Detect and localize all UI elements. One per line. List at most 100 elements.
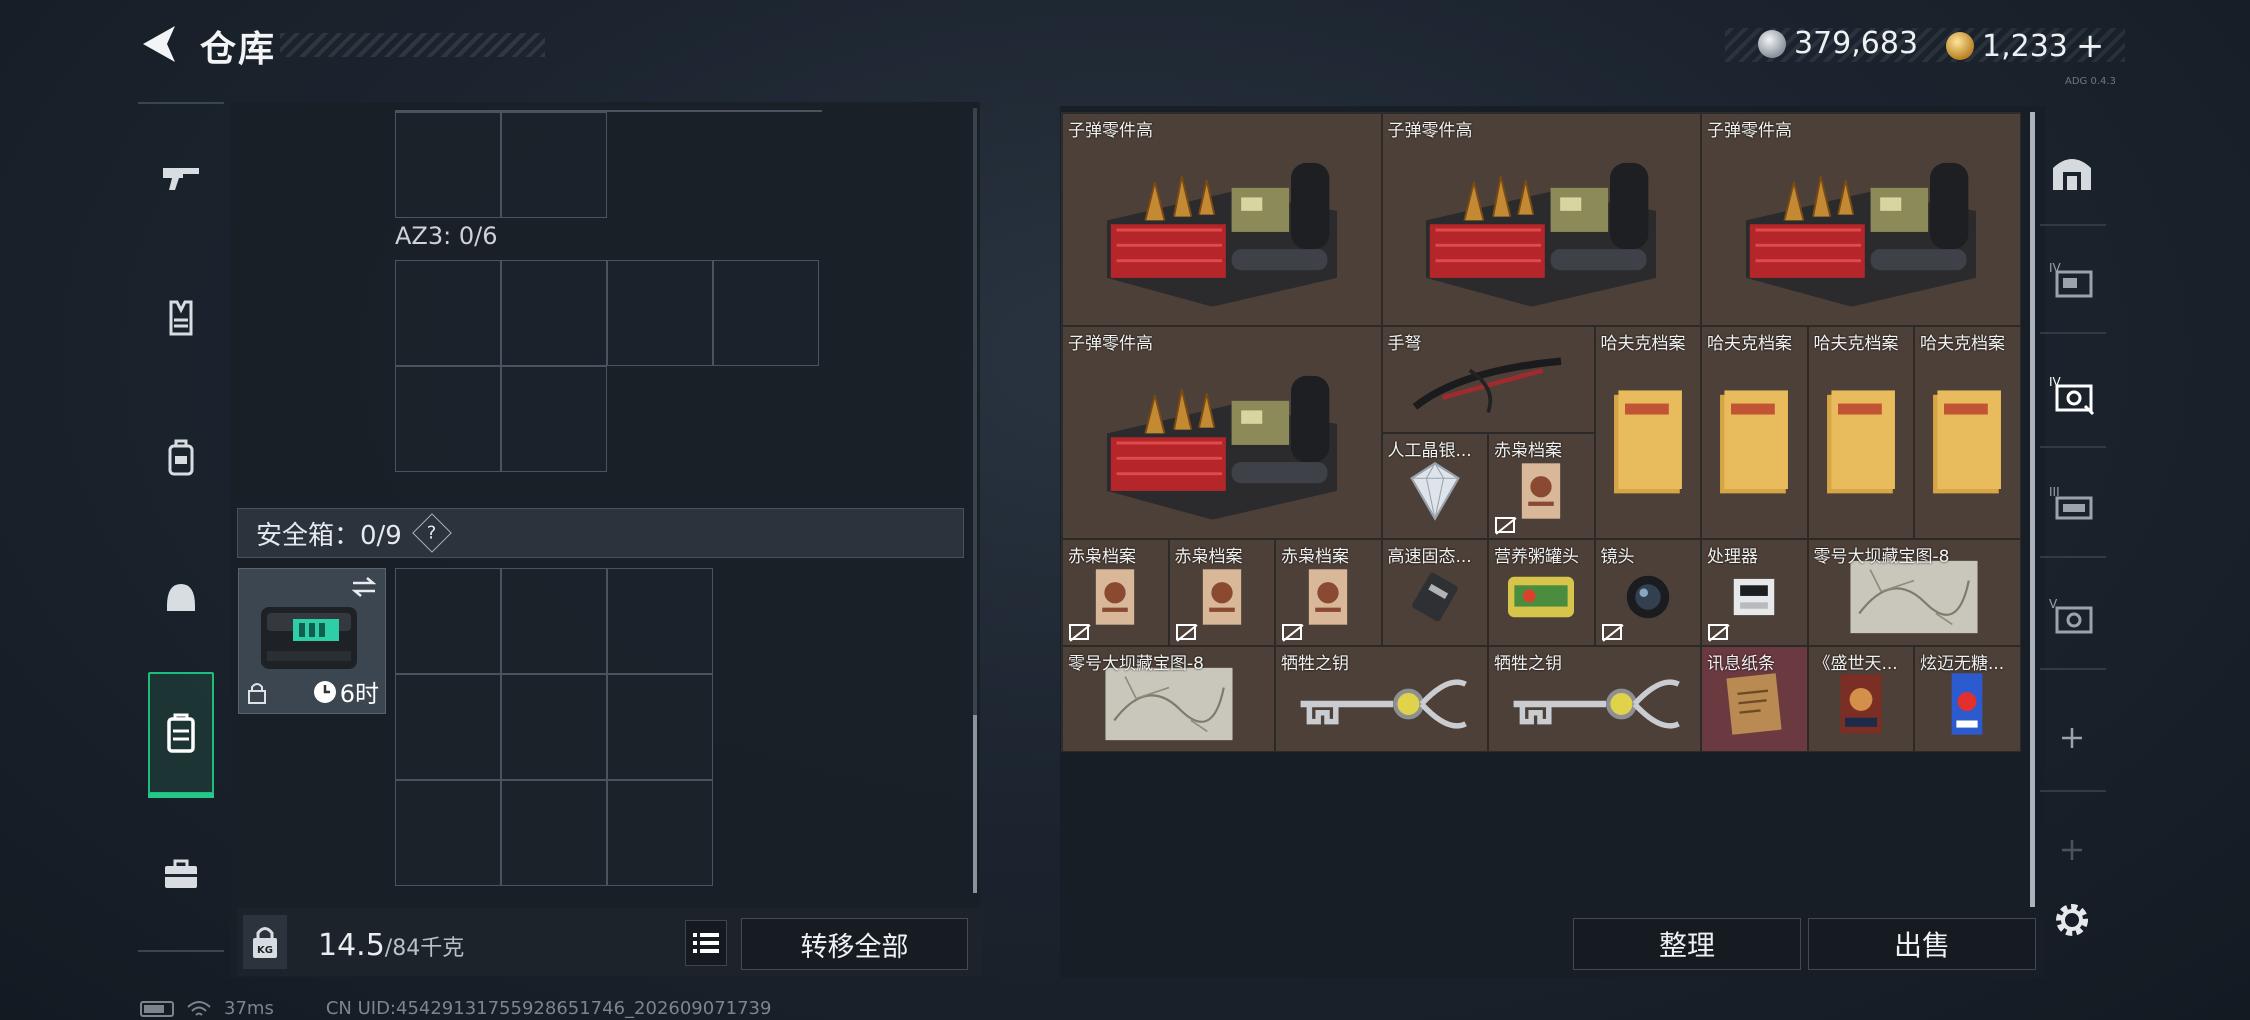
nav-backpack[interactable] (148, 672, 214, 798)
nav-armor[interactable] (148, 270, 214, 366)
lock-icon (248, 683, 266, 704)
item-label: 哈夫克档案 (1600, 334, 1686, 354)
tab-stash-5[interactable]: V (2040, 568, 2104, 664)
tab-add-2[interactable] (2040, 802, 2104, 898)
safebox-slot[interactable] (607, 780, 713, 886)
gear-icon[interactable] (2050, 898, 2094, 942)
stash-item-book[interactable]: 《盛世天... (1807, 645, 1914, 752)
safebox-slot[interactable] (501, 780, 607, 886)
bound-item-icon (1495, 517, 1517, 535)
nav-helmet[interactable] (148, 550, 214, 646)
safebox-slot[interactable] (501, 568, 607, 674)
processor-icon (1734, 579, 1775, 616)
stash-item-can[interactable]: 营养粥罐头 (1488, 539, 1595, 646)
gun-icon (163, 168, 199, 190)
sell-button[interactable]: 出售 (1808, 918, 2036, 970)
tab-add-1[interactable] (2040, 690, 2104, 786)
item-label: 手弩 (1387, 334, 1422, 354)
stash-item-doc[interactable]: 赤枭档案 (1062, 539, 1169, 646)
item-label: 赤枭档案 (1068, 547, 1136, 567)
crossbow-icon (1412, 358, 1562, 414)
stash-item-parts[interactable]: 子弹零件高 (1062, 326, 1382, 539)
back-arrow-icon[interactable] (135, 22, 185, 66)
grid-slot[interactable] (713, 260, 819, 366)
sort-button[interactable]: 整理 (1573, 918, 1801, 970)
add-currency-button[interactable]: + (2076, 26, 2105, 66)
stash-item-folder[interactable]: 哈夫克档案 (1701, 326, 1808, 539)
ammo-parts-crate-icon (1426, 162, 1657, 307)
safebox-item[interactable]: 6时 (238, 568, 386, 714)
safebox-slot[interactable] (395, 674, 501, 780)
grid-slot[interactable] (395, 112, 501, 218)
help-button[interactable]: ? (412, 513, 452, 553)
item-label: 哈夫克档案 (1707, 334, 1792, 354)
plus-icon (2062, 728, 2082, 748)
safebox-slot[interactable] (607, 674, 713, 780)
stash-page-5-icon: V (2049, 597, 2093, 634)
stash-item-crossbow[interactable]: 手弩 (1381, 326, 1595, 433)
stash-item-map[interactable]: 零号大坝藏宝图-8 (1062, 645, 1275, 752)
grid-slot[interactable] (501, 260, 607, 366)
grid-slot[interactable] (607, 260, 713, 366)
stash-item-lens[interactable]: 镜头 (1594, 539, 1701, 646)
stash-scrollbar[interactable] (2030, 112, 2035, 907)
safe-box-icon (261, 607, 357, 669)
tab-stash-main[interactable] (2040, 124, 2104, 220)
stash-item-doc[interactable]: 赤枭档案 (1488, 432, 1595, 539)
stash-item-doc[interactable]: 赤枭档案 (1168, 539, 1275, 646)
safebox-slot[interactable] (395, 568, 501, 674)
grid-slot[interactable] (395, 260, 501, 366)
item-label: 赤枭档案 (1494, 440, 1562, 461)
stash-item-parts[interactable]: 子弹零件高 (1701, 113, 2021, 326)
stash-item-folder[interactable]: 哈夫克档案 (1594, 326, 1701, 539)
stash-item-key[interactable]: 牺牲之钥 (1275, 645, 1488, 752)
grid-slot[interactable] (395, 366, 501, 472)
ammo-parts-crate-icon (1745, 162, 1976, 307)
stash-item-parts[interactable]: 子弹零件高 (1381, 113, 1701, 326)
helmet-icon (167, 584, 195, 611)
stash-item-cpu[interactable]: 处理器 (1701, 539, 1808, 646)
item-label: 零号大坝藏宝图-8 (1813, 547, 1950, 567)
tab-stash-4[interactable]: IV (2040, 232, 2104, 328)
tab-divider (2040, 556, 2106, 558)
swap-icon[interactable] (349, 575, 379, 599)
stash-item-doc[interactable]: 赤枭档案 (1275, 539, 1382, 646)
container-scroll-thumb[interactable] (973, 715, 977, 893)
tab-divider (2040, 224, 2106, 226)
stash-page-3-icon: III (2049, 485, 2093, 520)
kg-lock-icon: KG (253, 927, 277, 958)
nav-case[interactable] (148, 826, 214, 922)
stash-item-note[interactable]: 讯息纸条 (1701, 645, 1808, 752)
safebox-slot[interactable] (395, 780, 501, 886)
stash-item-parts[interactable]: 子弹零件高 (1062, 113, 1382, 326)
nav-weapons[interactable] (148, 130, 214, 226)
item-label: 子弹零件高 (1707, 121, 1792, 141)
stash-item-folder[interactable]: 哈夫克档案 (1914, 326, 2021, 539)
stash-item-gum[interactable]: 炫迈无糖... (1914, 645, 2021, 752)
item-label: 《盛世天... (1813, 653, 1898, 674)
grid-slot[interactable] (501, 112, 607, 218)
stash-item-ssd[interactable]: 高速固态... (1381, 539, 1488, 646)
tab-stash-3[interactable]: III (2040, 456, 2104, 552)
safebox-slot[interactable] (607, 568, 713, 674)
grid-edge (395, 110, 822, 112)
safebox-slot[interactable] (501, 674, 607, 780)
transfer-all-button[interactable]: 转移全部 (741, 918, 968, 970)
stash-item-key[interactable]: 牺牲之钥 (1488, 645, 1701, 752)
ssd-icon (1411, 573, 1458, 622)
ping-readout: 37ms (224, 998, 274, 1019)
stash-item-gem[interactable]: 人工晶银... (1381, 432, 1488, 539)
item-label: 镜头 (1600, 547, 1635, 567)
grid-slot[interactable] (501, 366, 607, 472)
weight-lock-button[interactable]: KG (243, 915, 287, 969)
item-label: 牺牲之钥 (1281, 653, 1349, 674)
tab-stash-4b[interactable]: IV (2040, 346, 2104, 442)
stash-item-folder[interactable]: 哈夫克档案 (1807, 326, 1914, 539)
item-label: 子弹零件高 (1068, 334, 1153, 354)
tab-divider (2040, 668, 2106, 670)
book-icon (1840, 674, 1882, 734)
gold-currency[interactable]: 1,233 + (1946, 26, 2104, 66)
list-view-button[interactable] (685, 920, 727, 966)
stash-item-map[interactable]: 零号大坝藏宝图-8 (1807, 539, 2021, 646)
nav-chest-rig[interactable] (148, 410, 214, 506)
